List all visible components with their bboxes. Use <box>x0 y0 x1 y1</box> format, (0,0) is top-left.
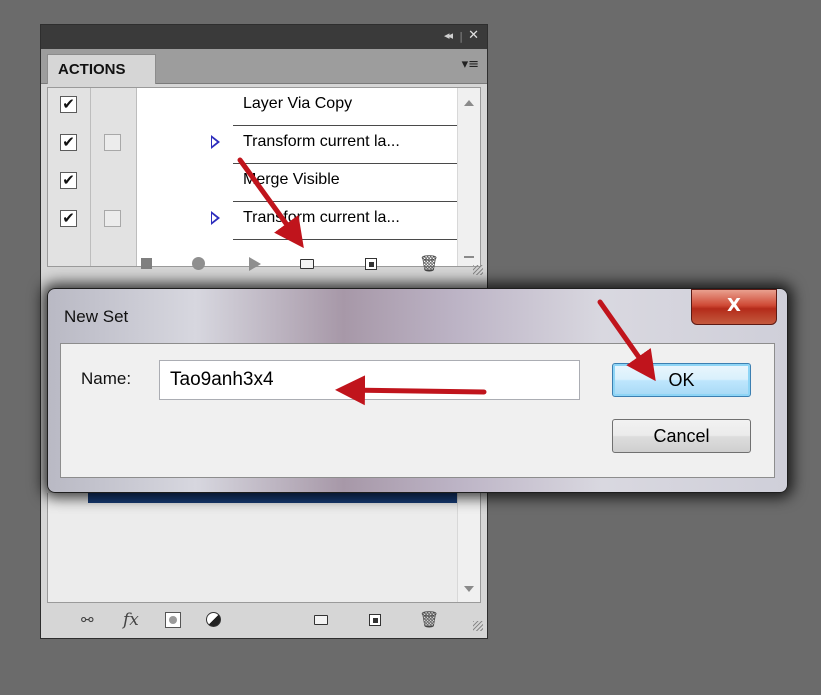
action-label: Layer Via Copy <box>243 95 353 112</box>
delete-icon[interactable]: 🗑 <box>419 256 439 272</box>
name-label: Name: <box>81 369 132 388</box>
new-set-dialog: New Set X Name: Tao9anh3x4 OK Cancel <box>47 288 788 493</box>
name-input[interactable]: Tao9anh3x4 <box>159 360 580 400</box>
ok-button[interactable]: OK <box>612 363 751 397</box>
adjustment-layer-icon[interactable] <box>206 612 222 628</box>
scroll-down-arrow-icon[interactable] <box>464 586 474 592</box>
action-row[interactable]: ✔ Transform current la... <box>48 202 460 240</box>
delete-icon[interactable]: 🗑 <box>419 612 439 628</box>
resize-grip-icon[interactable] <box>473 265 483 275</box>
titlebar-separator: | <box>459 30 463 43</box>
layers-list <box>47 493 481 603</box>
actions-scrollbar[interactable] <box>457 88 480 266</box>
folder-icon[interactable] <box>313 612 329 628</box>
play-icon[interactable] <box>247 256 263 272</box>
tab-actions[interactable]: ACTIONS <box>47 54 156 84</box>
layers-toolbar: ⚯ fx 🗑 <box>41 605 487 635</box>
toggle-dialog-checkbox[interactable] <box>104 210 121 227</box>
action-row[interactable]: ✔ Merge Visible <box>48 164 460 202</box>
dialog-title: New Set <box>64 307 129 326</box>
actions-toolbar: 🗑 <box>41 249 487 279</box>
action-label: Transform current la... <box>243 209 400 226</box>
collapse-panel-icon[interactable]: ◂◂ <box>444 29 453 42</box>
new-layer-icon[interactable] <box>367 612 383 628</box>
selected-layer-row[interactable] <box>88 493 458 503</box>
dialog-body: Name: Tao9anh3x4 OK Cancel <box>60 343 775 478</box>
link-layers-icon[interactable]: ⚯ <box>81 612 97 628</box>
toggle-item-checkbox[interactable]: ✔ <box>60 96 77 113</box>
close-panel-icon[interactable]: ✕ <box>468 28 479 43</box>
expand-triangle-icon[interactable] <box>211 135 220 149</box>
layer-mask-icon[interactable] <box>165 612 181 628</box>
record-icon[interactable] <box>191 256 207 272</box>
new-action-icon[interactable] <box>363 256 379 272</box>
toggle-item-checkbox[interactable]: ✔ <box>60 172 77 189</box>
cancel-button[interactable]: Cancel <box>612 419 751 453</box>
resize-grip-icon[interactable] <box>473 621 483 631</box>
toggle-item-checkbox[interactable]: ✔ <box>60 134 77 151</box>
panel-menu-icon[interactable]: ▾≡ <box>462 57 479 72</box>
action-label: Transform current la... <box>243 133 400 150</box>
action-row[interactable]: ✔ Transform current la... <box>48 126 460 164</box>
fx-icon[interactable]: fx <box>123 612 151 629</box>
toggle-dialog-checkbox[interactable] <box>104 134 121 151</box>
toggle-item-checkbox[interactable]: ✔ <box>60 210 77 227</box>
panel-titlebar: ◂◂ | ✕ <box>41 25 487 50</box>
dialog-close-button[interactable]: X <box>691 289 777 325</box>
new-set-folder-icon[interactable] <box>299 256 315 272</box>
action-row[interactable]: ✔ Layer Via Copy <box>48 88 460 126</box>
expand-triangle-icon[interactable] <box>211 211 220 225</box>
actions-list: ✔ Layer Via Copy ✔ Transform current la.… <box>47 87 481 267</box>
panel-tabbar: ACTIONS ▾≡ <box>41 49 487 84</box>
action-label: Merge Visible <box>243 171 340 188</box>
scroll-up-arrow-icon[interactable] <box>464 100 474 106</box>
stop-icon[interactable] <box>139 256 155 272</box>
